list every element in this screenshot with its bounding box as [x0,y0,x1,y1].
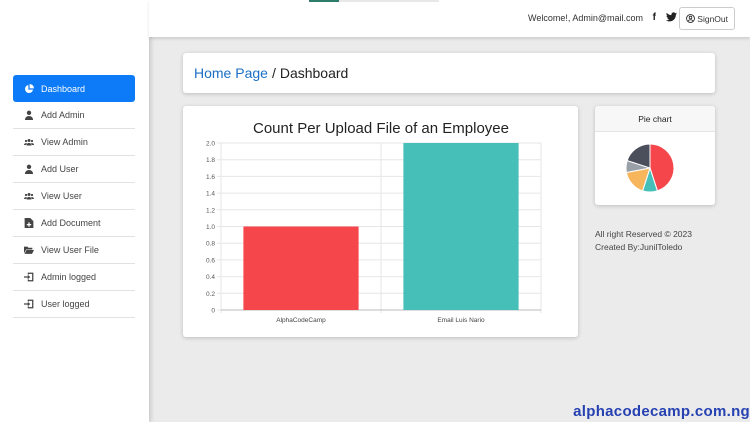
sidebar-item-view-user-file[interactable]: View User File [13,237,135,264]
footer-copyright: All right Reserved © 2023 [595,229,692,239]
sidebar-item-dashboard[interactable]: Dashboard [13,75,135,102]
y-tick-label: 1.2 [206,207,215,214]
users-icon [23,136,35,148]
pie-chart-card: Pie chart [595,106,715,205]
file-plus-icon [23,217,35,229]
y-tick-label: 1.8 [206,157,215,164]
sign-in-icon [23,271,35,283]
top-accent-bar [309,0,339,2]
top-accent-bar-light [339,0,439,2]
sidebar-item-label: View User [41,191,82,201]
sidebar-item-add-admin[interactable]: Add Admin [13,102,135,129]
sidebar-item-view-user[interactable]: View User [13,183,135,210]
sign-in-icon [23,298,35,310]
y-tick-label: 1.6 [206,174,215,181]
sidebar-item-label: View Admin [41,137,88,147]
y-tick-label: 0.8 [206,241,215,248]
user-icon [23,109,35,121]
sidebar-item-label: Add Admin [41,110,85,120]
sidebar-item-add-user[interactable]: Add User [13,156,135,183]
breadcrumb-separator: / [271,65,276,81]
y-tick-label: 0 [211,308,215,315]
breadcrumb-current: Dashboard [279,65,349,81]
breadcrumb: Home Page / Dashboard [183,53,715,93]
user-icon [23,163,35,175]
breadcrumb-home-link[interactable]: Home Page [194,65,268,81]
sidebar-item-view-admin[interactable]: View Admin [13,129,135,156]
watermark: alphacodecamp.com.ng [573,403,750,420]
facebook-icon[interactable]: f [653,12,656,23]
pie-chart-icon [23,83,35,95]
sidebar-item-label: Admin logged [41,272,97,282]
y-tick-label: 1.0 [206,224,215,231]
y-tick-label: 2.0 [206,141,215,148]
sidebar-item-label: User logged [41,299,90,309]
folder-open-icon [23,244,35,256]
footer-credit: Created By:JunilToledo [595,242,683,252]
bar-chart-card: Count Per Upload File of an Employee 0 0.2… [183,106,578,337]
bar-email-luis-nario [403,143,519,310]
y-tick-label: 0.2 [206,291,215,298]
top-bar: Welcome!, Admin@mail.com f SignOut [149,0,750,37]
pie-chart-title: Pie chart [595,106,715,132]
x-tick-label: Email Luis Nario [437,317,485,324]
user-circle-icon [686,14,696,23]
bar-chart: Count Per Upload File of an Employee 0 0.2… [206,120,542,324]
y-tick-label: 1.4 [206,191,215,198]
y-tick-label: 0.4 [206,274,215,281]
pie-chart [625,143,675,193]
signout-button[interactable]: SignOut [679,7,735,30]
footer: All right Reserved © 2023 Created By:Jun… [595,228,692,254]
sidebar-item-add-document[interactable]: Add Document [13,210,135,237]
users-icon [23,190,35,202]
sidebar-menu: Dashboard Add Admin View Admin Add User View… [13,75,135,318]
y-tick-label: 0.6 [206,257,215,264]
twitter-icon[interactable] [666,12,677,25]
sidebar-item-admin-logged[interactable]: Admin logged [13,264,135,291]
sidebar: Dashboard Add Admin View Admin Add User View… [0,0,149,422]
welcome-text: Welcome!, Admin@mail.com [527,13,643,23]
sidebar-item-label: Add Document [41,218,101,228]
bar-alphacodecamp [243,226,359,310]
sidebar-item-label: Add User [41,164,79,174]
signout-label: SignOut [697,13,728,24]
sidebar-item-label: View User File [41,245,99,255]
chart-title: Count Per Upload File of an Employee [253,120,509,137]
x-tick-label: AlphaCodeCamp [276,317,326,324]
sidebar-item-user-logged[interactable]: User logged [13,291,135,318]
sidebar-item-label: Dashboard [41,83,86,94]
